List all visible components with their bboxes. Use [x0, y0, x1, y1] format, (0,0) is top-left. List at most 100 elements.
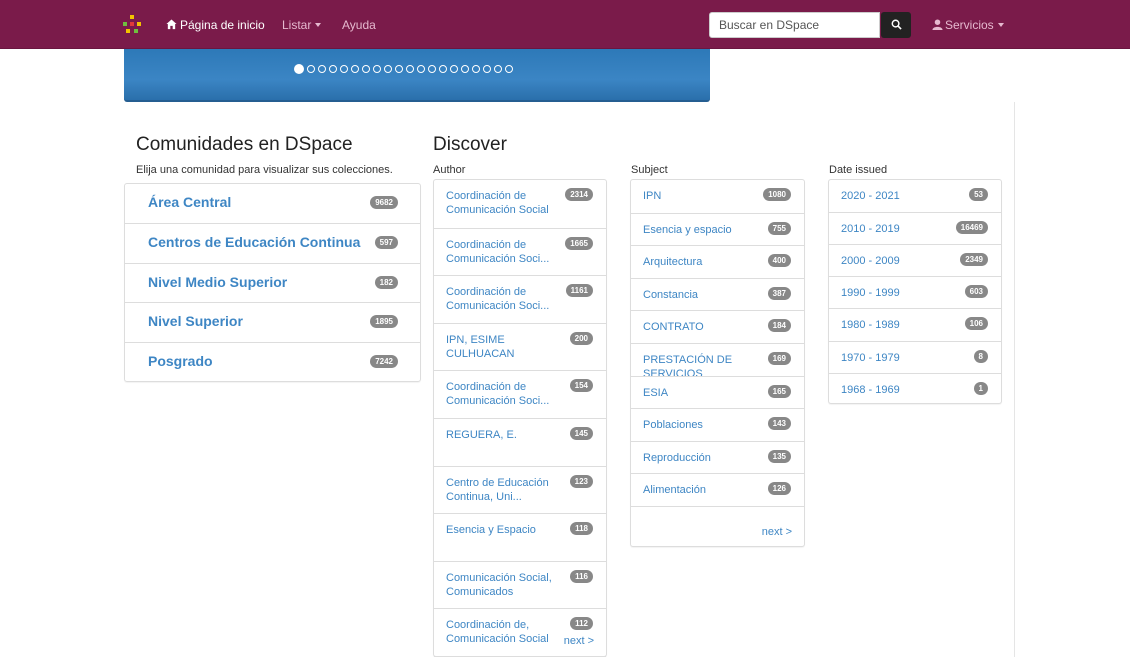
date-facet-item[interactable]: 2010 - 2019 16469 — [829, 212, 1001, 244]
carousel-indicator-dot[interactable] — [406, 65, 414, 73]
author-next-link[interactable]: next > — [564, 635, 594, 647]
author-facet-link[interactable]: Coordinación de, Comunicación Social — [446, 618, 554, 646]
date-facet-link[interactable]: 2000 - 2009 — [841, 254, 949, 268]
subject-facet-item[interactable]: CONTRATO 184 — [631, 310, 804, 343]
item-count-badge: 603 — [964, 285, 988, 299]
community-link[interactable]: Posgrado — [148, 353, 213, 369]
author-facet-item[interactable]: Esencia y Espacio 118 — [434, 513, 606, 561]
date-facet-link[interactable]: 1968 - 1969 — [841, 383, 949, 397]
date-facet-link[interactable]: 2010 - 2019 — [841, 222, 949, 236]
search-button[interactable] — [881, 12, 911, 38]
subject-facet-item[interactable]: Esencia y espacio 755 — [631, 212, 804, 246]
carousel-indicator-dot[interactable] — [428, 65, 436, 73]
subject-facet-item[interactable]: PRESTACIÓN DE SERVICIOS 169 — [631, 343, 804, 380]
author-facet-link[interactable]: Comunicación Social, Comunicados — [446, 571, 554, 599]
subject-facet-link[interactable]: Alimentación — [643, 483, 752, 497]
community-link[interactable]: Área Central — [148, 194, 231, 210]
content-divider — [1014, 102, 1015, 657]
date-facet-list: 2020 - 2021 53 2010 - 2019 16469 2000 - 2009… — [828, 179, 1002, 404]
subject-facet-link[interactable]: Reproducción — [643, 451, 752, 465]
subject-facet-link[interactable]: Esencia y espacio — [643, 223, 752, 237]
date-facet-item[interactable]: 1970 - 1979 8 — [829, 340, 1001, 373]
carousel-indicator-dot[interactable] — [395, 65, 403, 73]
author-facet-link[interactable]: Centro de Educación Continua, Uni... — [446, 476, 554, 504]
subject-facet-item[interactable]: Reproducción 135 — [631, 440, 804, 474]
subject-facet-link[interactable]: CONTRATO — [643, 320, 752, 334]
date-facet-link[interactable]: 1970 - 1979 — [841, 351, 949, 365]
item-count-badge: 387 — [767, 286, 791, 300]
date-facet-item[interactable]: 2000 - 2009 2349 — [829, 244, 1001, 276]
author-facet-item[interactable]: Coordinación de Comunicación Soci... 1161 — [434, 275, 606, 323]
community-link[interactable]: Centros de Educación Continua — [148, 234, 360, 250]
carousel-indicator-dot[interactable] — [417, 65, 425, 73]
nav-home-link[interactable]: Página de inicio — [166, 18, 265, 32]
carousel-indicator-dot[interactable] — [307, 65, 315, 73]
list-divider — [631, 506, 804, 507]
author-facet-item[interactable]: Coordinación de Comunicación Soci... 154 — [434, 370, 606, 418]
date-facet-link[interactable]: 1990 - 1999 — [841, 286, 949, 300]
carousel-indicator-dot[interactable] — [472, 65, 480, 73]
carousel-indicator-dot[interactable] — [318, 65, 326, 73]
nav-services-dropdown[interactable]: Servicios — [932, 18, 1004, 32]
author-facet-item[interactable]: IPN, ESIME CULHUACAN 200 — [434, 322, 606, 371]
subject-facet-link[interactable]: Poblaciones — [643, 418, 752, 432]
community-list-item[interactable]: Nivel Medio Superior 182 — [125, 262, 420, 303]
carousel-indicator-dot[interactable] — [384, 65, 392, 73]
subject-facet-item[interactable]: Alimentación 126 — [631, 473, 804, 506]
author-facet-item[interactable]: Centro de Educación Continua, Uni... 123 — [434, 465, 606, 514]
date-facet-item[interactable]: 1980 - 1989 106 — [829, 308, 1001, 340]
dspace-logo-icon[interactable] — [123, 15, 142, 34]
subject-facet-link[interactable]: ESIA — [643, 386, 752, 400]
author-facet-link[interactable]: Coordinación de Comunicación Social — [446, 189, 554, 217]
author-facet-link[interactable]: Coordinación de Comunicación Soci... — [446, 285, 554, 313]
community-list-item[interactable]: Área Central 9682 — [125, 184, 420, 224]
carousel-indicator-dot[interactable] — [373, 65, 381, 73]
author-facet-link[interactable]: IPN, ESIME CULHUACAN — [446, 333, 554, 361]
author-facet-link[interactable]: Coordinación de Comunicación Soci... — [446, 238, 554, 266]
subject-facet-link[interactable]: IPN — [643, 189, 752, 203]
subject-facet-item[interactable]: IPN 1080 — [631, 180, 804, 213]
subject-facet-item[interactable]: Constancia 387 — [631, 277, 804, 311]
community-list-item[interactable]: Nivel Superior 1895 — [125, 302, 420, 342]
author-facet-link[interactable]: REGUERA, E. — [446, 428, 554, 442]
date-facet-link[interactable]: 2020 - 2021 — [841, 189, 949, 203]
carousel-indicator-dot[interactable] — [439, 65, 447, 73]
author-facet-item[interactable]: Coordinación de Comunicación Social 2314 — [434, 180, 606, 228]
date-facet-item[interactable]: 1968 - 1969 1 — [829, 372, 1001, 405]
subject-next-link[interactable]: next > — [762, 526, 792, 538]
community-link[interactable]: Nivel Medio Superior — [148, 274, 287, 290]
nav-help-link[interactable]: Ayuda — [342, 18, 376, 32]
date-facet-item[interactable]: 2020 - 2021 53 — [829, 180, 1001, 212]
carousel-indicator-dot[interactable] — [505, 65, 513, 73]
item-count-badge: 135 — [767, 449, 791, 463]
news-carousel — [124, 49, 710, 102]
carousel-indicator-dot[interactable] — [340, 65, 348, 73]
community-list-item[interactable]: Centros de Educación Continua 597 — [125, 223, 420, 263]
carousel-indicator-dot[interactable] — [461, 65, 469, 73]
author-facet-link[interactable]: Esencia y Espacio — [446, 523, 554, 537]
author-facet-link[interactable]: Coordinación de Comunicación Soci... — [446, 380, 554, 408]
subject-facet-link[interactable]: Arquitectura — [643, 255, 752, 269]
community-list-item[interactable]: Posgrado 7242 — [125, 341, 420, 382]
carousel-indicator-dot[interactable] — [294, 64, 304, 74]
item-count-badge: 154 — [569, 379, 593, 393]
community-link[interactable]: Nivel Superior — [148, 313, 243, 329]
search-input[interactable] — [709, 12, 880, 38]
author-facet-item[interactable]: Coordinación de Comunicación Soci... 1665 — [434, 227, 606, 276]
date-facet-link[interactable]: 1980 - 1989 — [841, 318, 949, 332]
carousel-indicator-dot[interactable] — [362, 65, 370, 73]
author-facet-item[interactable]: Comunicación Social, Comunicados 116 — [434, 560, 606, 609]
author-facet-item[interactable]: Coordinación de, Comunicación Social 112 — [434, 608, 606, 656]
author-facet-item[interactable]: REGUERA, E. 145 — [434, 418, 606, 466]
carousel-indicator-dot[interactable] — [450, 65, 458, 73]
subject-facet-item[interactable]: ESIA 165 — [631, 375, 804, 409]
carousel-indicator-dot[interactable] — [483, 65, 491, 73]
carousel-indicator-dot[interactable] — [494, 65, 502, 73]
nav-browse-dropdown[interactable]: Listar — [282, 18, 322, 32]
date-facet-item[interactable]: 1990 - 1999 603 — [829, 276, 1001, 308]
subject-facet-item[interactable]: Arquitectura 400 — [631, 245, 804, 278]
carousel-indicator-dot[interactable] — [351, 65, 359, 73]
subject-facet-link[interactable]: Constancia — [643, 288, 752, 302]
carousel-indicator-dot[interactable] — [329, 65, 337, 73]
subject-facet-item[interactable]: Poblaciones 143 — [631, 408, 804, 441]
